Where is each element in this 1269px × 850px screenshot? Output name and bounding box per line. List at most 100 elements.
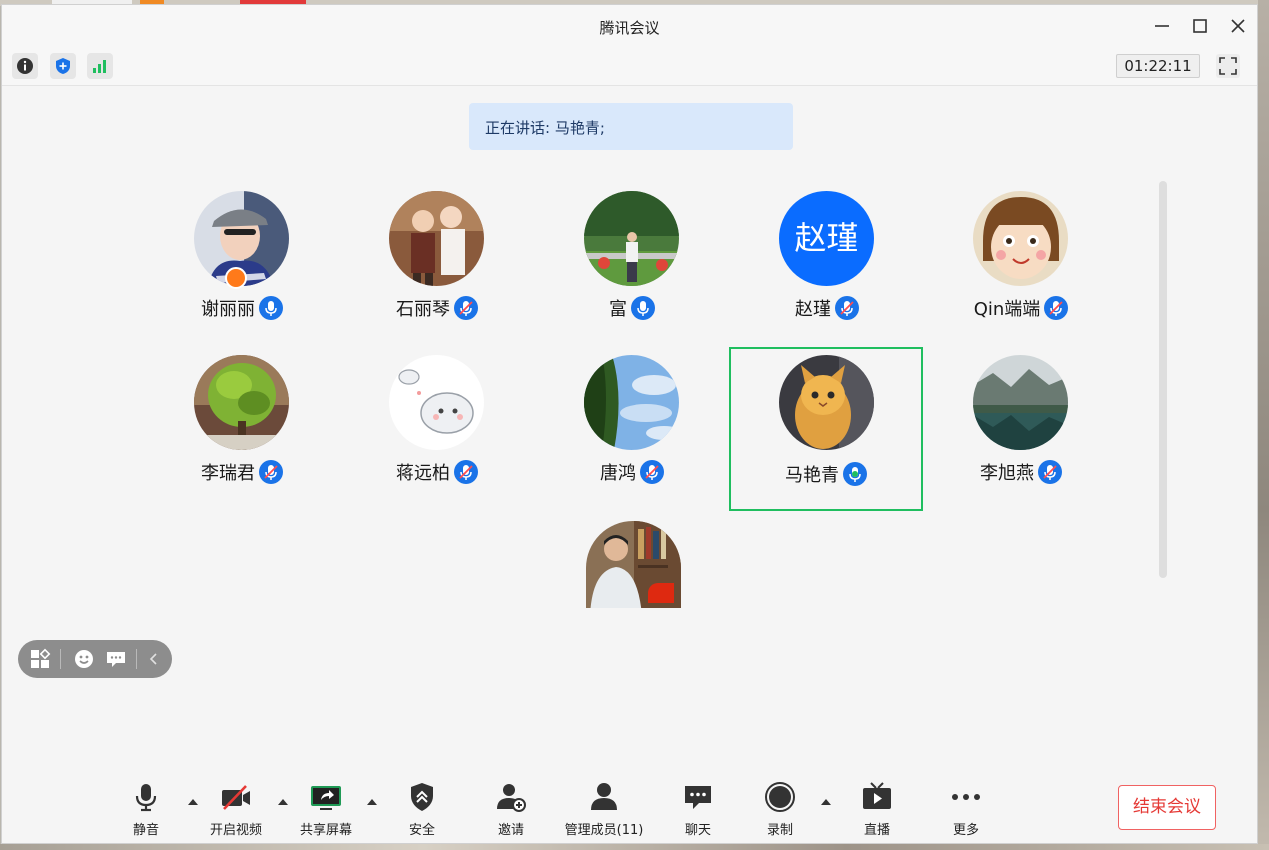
record-label: 录制	[766, 823, 793, 838]
participant-name: 李瑞君	[201, 463, 255, 484]
collapse-chevron-icon[interactable]	[142, 647, 166, 671]
end-meeting-button[interactable]: 结束会议	[1118, 785, 1216, 830]
participant-name-line: 谢丽丽	[147, 295, 337, 321]
bottom-toolbar: 静音 开启视频 共享屏幕 安全 邀请 管理成员(11) 聊天 录制 直播 更多 …	[2, 771, 1257, 845]
window-title: 腾讯会议	[599, 19, 660, 37]
participant-name: 马艳青	[785, 465, 839, 486]
microphone-speaking-icon	[843, 462, 867, 486]
info-icon	[17, 58, 33, 74]
kitten-photo-icon	[779, 355, 874, 450]
participant-tile[interactable]: 石丽琴	[342, 183, 532, 345]
participant-tile[interactable]: 谢丽丽	[147, 183, 337, 345]
maximize-button[interactable]	[1188, 14, 1212, 38]
close-button[interactable]	[1226, 14, 1250, 38]
participant-tile-active-speaker[interactable]: 马艳青	[729, 347, 923, 511]
network-status-button[interactable]	[87, 53, 113, 79]
participant-tile[interactable]: 李旭燕	[926, 347, 1116, 509]
meeting-security-status-button[interactable]	[50, 53, 76, 79]
invite-label: 邀请	[497, 823, 524, 838]
avatar	[389, 355, 484, 450]
live-tv-icon	[863, 782, 891, 809]
more-button[interactable]: 更多	[921, 771, 1011, 841]
shield-icon	[411, 783, 433, 811]
microphone-muted-icon	[835, 296, 859, 320]
participant-tile[interactable]: 富	[537, 183, 727, 345]
text-avatar: 赵瑾	[779, 191, 874, 286]
participant-tile[interactable]: 李瑞君	[147, 347, 337, 509]
participant-tile[interactable]: 唐鸿	[537, 347, 727, 509]
participant-name: 谢丽丽	[201, 299, 255, 320]
participant-tile[interactable]: 赵瑾 赵瑾	[732, 183, 922, 345]
participant-name: 蒋远柏	[396, 463, 450, 484]
microphone-muted-icon	[454, 296, 478, 320]
microphone-muted-icon	[259, 460, 283, 484]
meeting-info-button[interactable]	[12, 53, 38, 79]
signal-bars-icon	[93, 60, 106, 73]
manage-members-label: 管理成员(11)	[564, 823, 644, 838]
record-icon	[765, 782, 795, 812]
participant-name: 唐鸿	[600, 463, 636, 484]
participant-name-line: 李瑞君	[147, 459, 337, 485]
meeting-timer: 01:22:11	[1116, 54, 1200, 78]
participant-tile[interactable]: Qin端端	[926, 183, 1116, 345]
participant-tile[interactable]: 蒋远柏	[342, 347, 532, 509]
lake-landscape-photo-icon	[973, 355, 1068, 450]
comment-bubble-icon[interactable]	[104, 647, 128, 671]
participant-tile[interactable]	[539, 513, 729, 613]
fullscreen-button[interactable]	[1216, 54, 1240, 78]
mute-label: 静音	[132, 823, 159, 838]
avatar	[194, 355, 289, 450]
participant-name-line: 马艳青	[729, 461, 923, 487]
china-flag-icon	[648, 583, 674, 603]
participant-name-line: Qin端端	[926, 295, 1116, 321]
host-badge-icon	[225, 267, 247, 289]
emoji-reaction-icon[interactable]	[72, 647, 96, 671]
invite-button[interactable]: 邀请	[466, 771, 556, 841]
more-label: 更多	[952, 823, 979, 838]
microphone-muted-icon	[1044, 296, 1069, 320]
participant-name: 赵瑾	[795, 299, 831, 320]
fullscreen-icon	[1219, 57, 1237, 75]
shield-icon	[56, 58, 70, 74]
start-video-label: 开启视频	[209, 823, 262, 838]
avatar	[779, 355, 874, 450]
record-options-caret-icon[interactable]	[819, 795, 833, 809]
record-button[interactable]: 录制	[735, 771, 825, 841]
mute-button[interactable]: 静音	[101, 771, 191, 841]
manage-members-button[interactable]: 管理成员(11)	[559, 771, 649, 841]
microphone-muted-icon	[454, 460, 478, 484]
members-icon	[591, 783, 617, 810]
participant-name: Qin端端	[973, 299, 1041, 320]
meeting-window: 腾讯会议 01:22:11 正在讲话: 马艳青; 谢丽丽 石丽琴 富 赵瑾 赵瑾…	[1, 4, 1258, 844]
chat-bubble-icon	[685, 786, 711, 809]
avatar	[973, 191, 1068, 286]
minimize-button[interactable]	[1150, 14, 1174, 38]
avatar	[584, 191, 679, 286]
cartoon-cat-icon	[389, 355, 484, 450]
children-photo-icon	[389, 191, 484, 286]
layout-grid-icon[interactable]	[29, 647, 53, 671]
avatar	[389, 191, 484, 286]
title-bar: 腾讯会议	[2, 5, 1257, 48]
avatar	[584, 355, 679, 450]
participant-name-line: 富	[537, 295, 727, 321]
meeting-info-bar: 01:22:11	[2, 47, 1257, 86]
microphone-on-icon	[631, 296, 655, 320]
microphone-muted-icon	[640, 460, 664, 484]
participant-grid-scrollbar[interactable]	[1159, 181, 1167, 578]
floating-reaction-bar	[18, 640, 172, 678]
start-video-button[interactable]: 开启视频	[191, 771, 281, 841]
share-screen-button[interactable]: 共享屏幕	[281, 771, 371, 841]
live-stream-button[interactable]: 直播	[832, 771, 922, 841]
participant-name-line: 唐鸿	[537, 459, 727, 485]
share-screen-label: 共享屏幕	[299, 823, 352, 838]
avatar	[973, 355, 1068, 450]
participant-name-line: 蒋远柏	[342, 459, 532, 485]
participant-name: 富	[609, 299, 627, 320]
security-button[interactable]: 安全	[377, 771, 467, 841]
microphone-icon	[135, 784, 157, 812]
microphone-muted-icon	[1038, 460, 1062, 484]
chat-label: 聊天	[684, 823, 711, 838]
chat-button[interactable]: 聊天	[653, 771, 743, 841]
sky-photo-icon	[584, 355, 679, 450]
